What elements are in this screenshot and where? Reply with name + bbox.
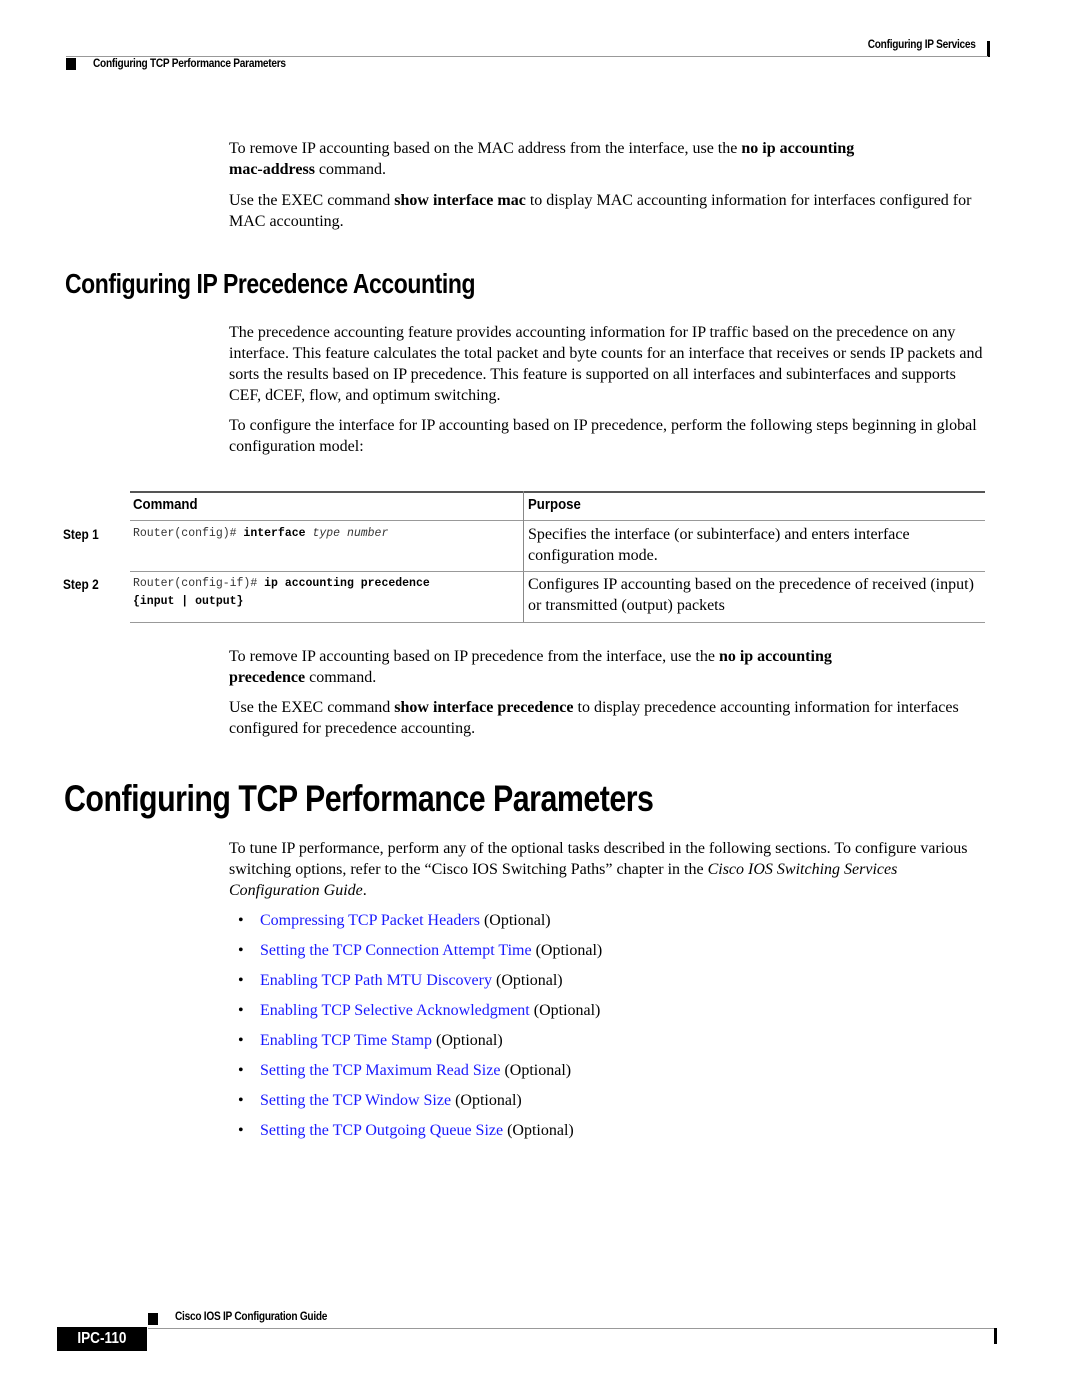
optional-note: (Optional) bbox=[503, 1122, 574, 1139]
text: command. bbox=[314, 161, 387, 178]
text: Use the EXEC command bbox=[229, 699, 395, 716]
cli-prompt: Router(config-if)# bbox=[133, 577, 265, 590]
task-link-time-stamp[interactable]: Enabling TCP Time Stamp bbox=[260, 1032, 432, 1049]
bullet-icon: • bbox=[238, 972, 244, 989]
table-column-divider bbox=[523, 491, 524, 623]
footer-square-marker bbox=[148, 1313, 158, 1325]
purpose-text: Specifies the interface (or subinterface… bbox=[528, 526, 910, 564]
optional-note: (Optional) bbox=[531, 942, 603, 959]
header-right-bar bbox=[987, 41, 990, 57]
page-number: IPC-110 bbox=[77, 1330, 127, 1347]
command-keyword: no ip accounting bbox=[741, 140, 855, 157]
command-syntax: Router(config)# interface type number bbox=[133, 525, 388, 543]
footer-right-bar bbox=[994, 1328, 997, 1344]
tcp-intro-paragraph: To tune IP performance, perform any of t… bbox=[229, 838, 991, 901]
optional-task-list: • Compressing TCP Packet Headers (Optiona… bbox=[238, 910, 602, 1150]
cli-keyword: interface bbox=[243, 527, 306, 540]
page-number-badge: IPC-110 bbox=[57, 1327, 147, 1351]
precedence-description-paragraph: The precedence accounting feature provid… bbox=[229, 324, 983, 404]
precedence-show-paragraph: Use the EXEC command show interface prec… bbox=[229, 697, 991, 739]
list-item: • Setting the TCP Outgoing Queue Size (Op… bbox=[238, 1120, 602, 1150]
list-item: • Compressing TCP Packet Headers (Optiona… bbox=[238, 910, 602, 940]
bullet-icon: • bbox=[238, 1032, 244, 1049]
list-item: • Enabling TCP Path MTU Discovery (Option… bbox=[238, 970, 602, 1000]
list-item: • Setting the TCP Window Size (Optional) bbox=[238, 1090, 602, 1120]
bullet-icon: • bbox=[238, 942, 244, 959]
text: command. bbox=[305, 669, 377, 686]
text: . bbox=[362, 882, 367, 899]
running-header-section: Configuring TCP Performance Parameters bbox=[93, 58, 286, 70]
text: To remove IP accounting based on IP prec… bbox=[229, 648, 719, 665]
command-syntax: Router(config-if)# ip accounting precede… bbox=[133, 575, 430, 611]
table-row-rule bbox=[130, 571, 985, 572]
column-header-command: Command bbox=[133, 496, 198, 513]
cli-keyword: ip accounting precedence bbox=[264, 577, 430, 590]
list-item: • Enabling TCP Time Stamp (Optional) bbox=[238, 1030, 602, 1060]
footer-guide-title: Cisco IOS IP Configuration Guide bbox=[175, 1311, 328, 1323]
optional-note: (Optional) bbox=[479, 912, 551, 929]
table-header-rule bbox=[130, 520, 985, 521]
table-top-rule bbox=[130, 491, 985, 493]
command-keyword: mac-address bbox=[229, 161, 315, 178]
mac-remove-paragraph: To remove IP accounting based on the MAC… bbox=[229, 138, 991, 180]
header-rule bbox=[66, 56, 988, 57]
command-keyword: precedence bbox=[229, 669, 306, 686]
command-keyword: show interface mac bbox=[394, 192, 526, 209]
bullet-icon: • bbox=[238, 1002, 244, 1019]
bullet-icon: • bbox=[238, 1092, 244, 1109]
task-link-connection-attempt-time[interactable]: Setting the TCP Connection Attempt Time bbox=[260, 942, 532, 959]
optional-note: (Optional) bbox=[491, 972, 563, 989]
list-item: • Enabling TCP Selective Acknowledgment (… bbox=[238, 1000, 602, 1030]
step-label: Step 2 bbox=[63, 576, 99, 592]
section-heading-precedence: Configuring IP Precedence Accounting bbox=[65, 268, 476, 299]
cli-options: {input | output} bbox=[133, 595, 244, 608]
running-header-chapter: Configuring IP Services bbox=[868, 39, 976, 51]
bullet-icon: • bbox=[238, 1122, 244, 1139]
table-bottom-rule bbox=[130, 622, 985, 623]
text: To remove IP accounting based on the MAC… bbox=[229, 140, 742, 157]
task-link-outgoing-queue-size[interactable]: Setting the TCP Outgoing Queue Size bbox=[260, 1122, 503, 1139]
task-link-maximum-read-size[interactable]: Setting the TCP Maximum Read Size bbox=[260, 1062, 500, 1079]
step-label: Step 1 bbox=[63, 526, 99, 542]
cli-prompt: Router(config)# bbox=[133, 527, 244, 540]
list-item: • Setting the TCP Connection Attempt Time… bbox=[238, 940, 602, 970]
task-link-selective-ack[interactable]: Enabling TCP Selective Acknowledgment bbox=[260, 1002, 530, 1019]
optional-note: (Optional) bbox=[500, 1062, 572, 1079]
cli-argument: type number bbox=[305, 527, 389, 540]
section-heading-tcp: Configuring TCP Performance Parameters bbox=[64, 778, 654, 819]
task-link-compressing-headers[interactable]: Compressing TCP Packet Headers bbox=[260, 912, 480, 929]
column-header-purpose: Purpose bbox=[528, 496, 581, 513]
mac-show-paragraph: Use the EXEC command show interface mac … bbox=[229, 190, 991, 232]
header-square-marker bbox=[66, 58, 76, 70]
optional-note: (Optional) bbox=[529, 1002, 601, 1019]
precedence-steps-intro-paragraph: To configure the interface for IP accoun… bbox=[229, 417, 977, 455]
purpose-text: Configures IP accounting based on the pr… bbox=[528, 576, 974, 614]
task-link-window-size[interactable]: Setting the TCP Window Size bbox=[260, 1092, 451, 1109]
bullet-icon: • bbox=[238, 912, 244, 929]
bullet-icon: • bbox=[238, 1062, 244, 1079]
command-keyword: no ip accounting bbox=[718, 648, 832, 665]
optional-note: (Optional) bbox=[451, 1092, 522, 1109]
command-keyword: show interface precedence bbox=[394, 699, 574, 716]
optional-note: (Optional) bbox=[432, 1032, 503, 1049]
precedence-remove-paragraph: To remove IP accounting based on IP prec… bbox=[229, 646, 991, 688]
footer-rule bbox=[148, 1328, 994, 1329]
text: Use the EXEC command bbox=[229, 192, 395, 209]
list-item: • Setting the TCP Maximum Read Size (Opti… bbox=[238, 1060, 602, 1090]
task-link-path-mtu-discovery[interactable]: Enabling TCP Path MTU Discovery bbox=[260, 972, 492, 989]
